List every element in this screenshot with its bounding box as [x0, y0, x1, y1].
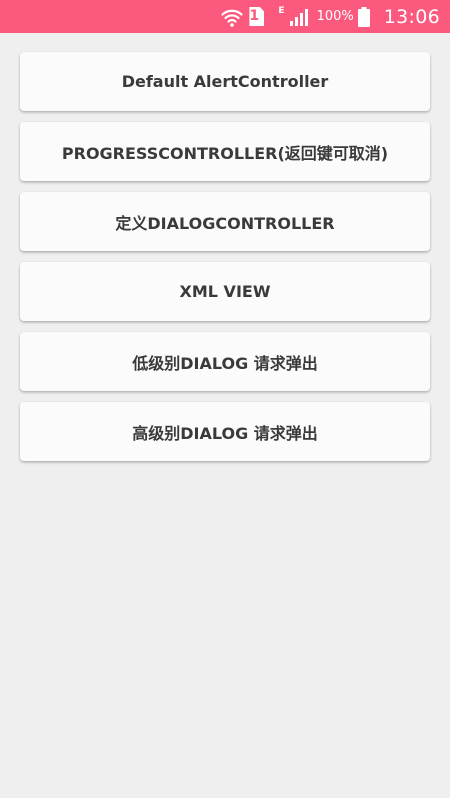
- clock-time: 13:06: [383, 5, 440, 28]
- button-list: Default AlertController PROGRESSCONTROLL…: [20, 52, 430, 472]
- battery-percent: 100%: [316, 9, 354, 24]
- default-alert-controller-button[interactable]: Default AlertController: [20, 52, 430, 111]
- progress-controller-button[interactable]: PROGRESSCONTROLLER(返回键可取消): [20, 122, 430, 181]
- battery-icon: [357, 6, 384, 27]
- low-priority-dialog-button[interactable]: 低级别DIALOG 请求弹出: [20, 332, 430, 391]
- network-type-label: E: [278, 6, 285, 16]
- status-bar: 1 E 100% 13:06: [0, 0, 450, 33]
- sim-card-icon: 1: [249, 7, 265, 26]
- signal-icon: [289, 8, 317, 26]
- wifi-icon: [221, 7, 249, 27]
- custom-dialog-controller-button[interactable]: 定义DIALOGCONTROLLER: [20, 192, 430, 251]
- high-priority-dialog-button[interactable]: 高级别DIALOG 请求弹出: [20, 402, 430, 461]
- xml-view-button[interactable]: XML VIEW: [20, 262, 430, 321]
